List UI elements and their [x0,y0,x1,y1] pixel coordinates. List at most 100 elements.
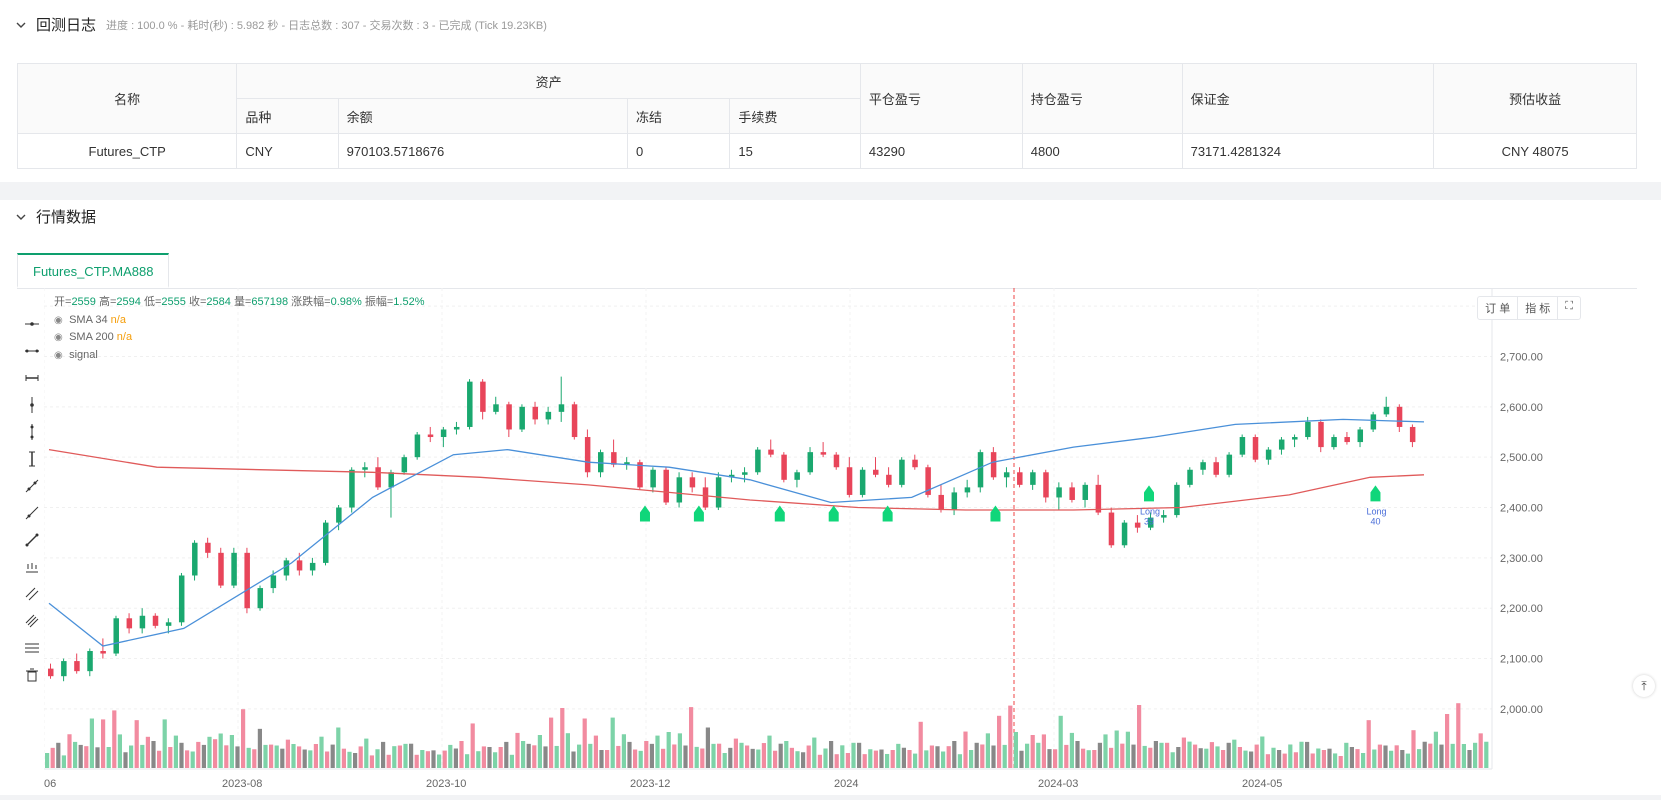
volume-bar [1215,746,1220,768]
fib-channel-icon[interactable] [20,607,44,634]
candlestick-chart[interactable]: 2,800.002,700.002,600.002,500.002,400.00… [43,288,1631,795]
candle-body [152,615,159,626]
candle-body [336,507,342,523]
candle-body [689,477,696,488]
volume-bar [1209,742,1214,768]
candle-body [1226,454,1233,475]
indicators-button[interactable]: 指 标 [1518,297,1559,319]
legend-sma34[interactable]: ◉ SMA 34 n/a [54,312,425,330]
volume-bar [705,727,710,768]
candle-body [663,469,669,503]
drawing-toolbar [20,310,44,688]
scroll-to-top-icon[interactable]: ⤒ [1633,675,1655,697]
chart-legend: 开=2559 高=2594 低=2555 收=2584 量=657198 涨跌幅… [54,294,425,364]
legend-signal[interactable]: ◉ signal [54,347,425,365]
volume-bar [1069,732,1074,768]
volume-bar [672,744,677,768]
volume-bar [773,750,778,768]
volume-bar [560,708,565,768]
vertical-line-icon[interactable] [20,418,44,445]
candle-body [1200,462,1206,470]
vertical-segment-icon[interactable] [20,445,44,472]
volume-bar [129,745,134,768]
volume-bar [274,745,279,768]
volume-bar [224,745,229,768]
tab-futures-ctp-ma888[interactable]: Futures_CTP.MA888 [17,253,170,288]
candle-body [532,406,539,420]
eye-icon[interactable]: ◉ [54,312,66,330]
volume-bar [761,743,766,768]
volume-bar [666,732,671,768]
volume-bar [610,717,615,768]
eye-icon[interactable]: ◉ [54,347,66,365]
vertical-ray-icon[interactable] [20,391,44,418]
candle-body [1239,437,1246,455]
volume-bar [1019,750,1024,768]
fib-retracement-icon[interactable] [20,634,44,661]
chevron-down-icon[interactable] [16,212,26,222]
candle-body [964,487,971,493]
change-value: 0.98% [330,296,362,308]
volume-bar [280,748,285,768]
signal-marker-arrow [693,505,704,522]
orders-button[interactable]: 订 单 [1478,297,1519,319]
chevron-down-icon[interactable] [16,20,26,30]
volume-bar [1103,734,1108,768]
horizontal-segment-icon[interactable] [20,364,44,391]
volume-bar [1422,741,1427,768]
volume-bar [229,735,234,768]
col-position-pnl: 持仓盈亏 [1021,63,1183,134]
horizontal-line-icon[interactable] [20,337,44,364]
price-channel-icon[interactable] [20,553,44,580]
volume-bar [689,707,694,768]
volume-bar [1036,742,1041,768]
volume-bar [465,754,470,768]
volume-bar [1204,748,1209,768]
trend-line-icon[interactable] [20,472,44,499]
candle-body [781,454,787,480]
parallel-channel-icon[interactable] [20,580,44,607]
change-label: 涨跌幅= [291,296,331,308]
candle-body [375,467,381,488]
volume-bar [969,750,974,768]
candle-body [873,469,879,475]
fullscreen-icon[interactable]: ⛶ [1558,297,1580,319]
volume-bar [1097,742,1102,768]
volume-bar [722,753,727,768]
candle-body [990,452,997,478]
candle-body [48,668,54,677]
volume-bar [1142,745,1147,768]
candle-body [231,552,237,586]
volume-bar [700,748,705,768]
volume-bar [1165,742,1170,768]
volume-bar [1265,754,1270,768]
volume-bar [745,745,750,768]
volume-bar [980,744,985,768]
legend-sma200[interactable]: ◉ SMA 200 n/a [54,329,425,347]
col-balance: 余额 [337,98,628,134]
volume-bar [1249,751,1254,768]
volume-bar [1293,752,1298,768]
cell-position-pnl: 4800 [1021,133,1183,169]
log-header[interactable]: 回测日志 进度 : 100.0 % - 耗时(秒) : 5.982 秒 - 日志… [16,14,547,35]
chart-canvas[interactable]: 2,800.002,700.002,600.002,500.002,400.00… [43,288,1631,795]
volume-bar [817,754,822,768]
horizontal-ray-icon[interactable] [20,310,44,337]
col-fee: 手续费 [729,98,861,134]
volume-bar [134,720,139,768]
volume-bar [397,745,402,768]
ray-line-icon[interactable] [20,499,44,526]
volume-bar [420,750,425,768]
eye-icon[interactable]: ◉ [54,329,66,347]
trash-icon[interactable] [20,661,44,688]
volume-bar [1237,747,1242,768]
volume-bar [661,748,666,768]
volume-bar [45,753,50,768]
volume-bar [1349,747,1354,768]
volume-bar [168,747,173,768]
volume-bar [1125,731,1130,768]
segment-line-icon[interactable] [20,526,44,553]
candle-body [1213,462,1219,475]
market-header[interactable]: 行情数据 [16,206,96,227]
backtest-log-panel: 回测日志 进度 : 100.0 % - 耗时(秒) : 5.982 秒 - 日志… [0,0,1661,182]
